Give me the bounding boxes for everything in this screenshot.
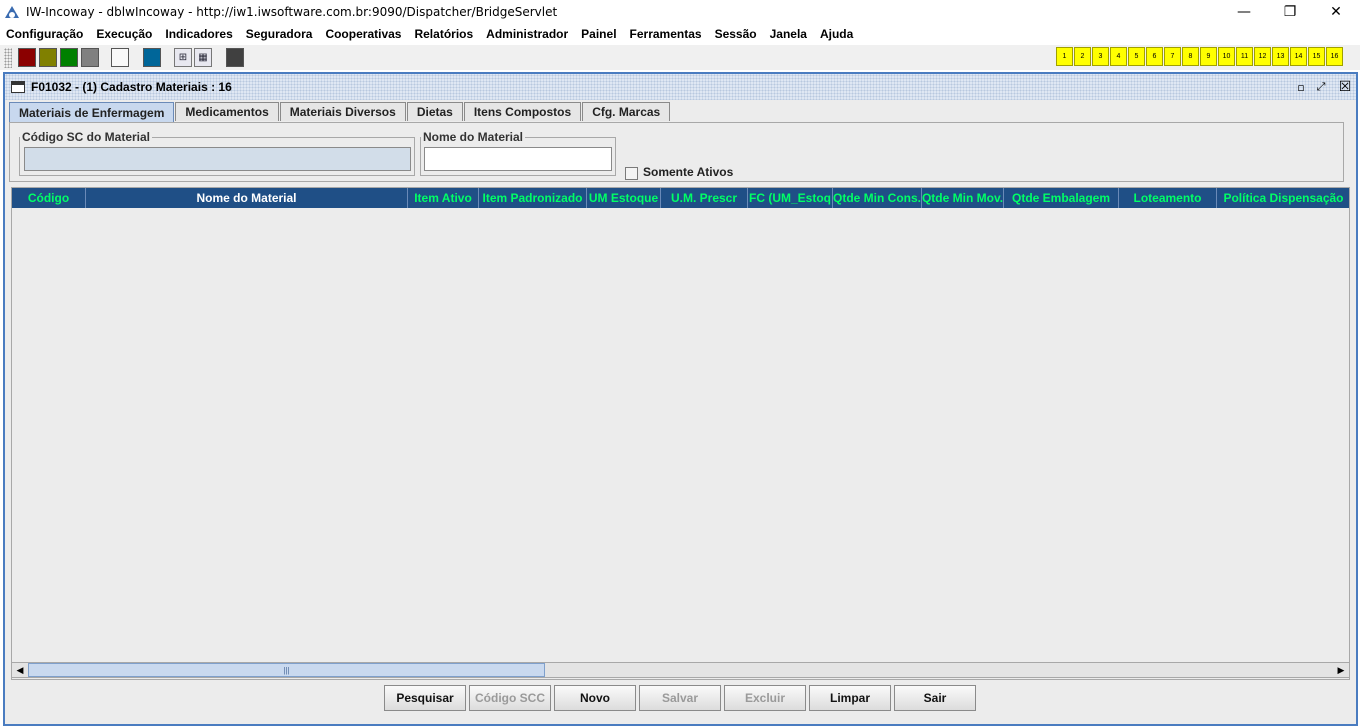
col-item-padronizado[interactable]: Item Padronizado [479, 188, 587, 208]
color-swatch-olive[interactable] [39, 48, 57, 67]
frame-title: F01032 - (1) Cadastro Materiais : 16 [31, 80, 232, 94]
excluir-button[interactable]: Excluir [724, 685, 806, 711]
nome-input[interactable] [424, 147, 612, 171]
window-slot-9[interactable]: 9 [1200, 47, 1217, 66]
tab-strip: Materiais de Enfermagem Medicamentos Mat… [9, 102, 671, 122]
tab-cfg-marcas[interactable]: Cfg. Marcas [582, 102, 671, 121]
col-loteamento[interactable]: Loteamento [1119, 188, 1217, 208]
color-swatch-darkgray[interactable] [226, 48, 244, 67]
window-slot-12[interactable]: 12 [1254, 47, 1271, 66]
window-slot-8[interactable]: 8 [1182, 47, 1199, 66]
menu-seguradora[interactable]: Seguradora [246, 27, 313, 41]
col-nome-material[interactable]: Nome do Material [86, 188, 408, 208]
col-um-estoque[interactable]: UM Estoque [587, 188, 661, 208]
window-slot-2[interactable]: 2 [1074, 47, 1091, 66]
window-slot-13[interactable]: 13 [1272, 47, 1289, 66]
frame-titlebar: F01032 - (1) Cadastro Materiais : 16 ▫ ⤢… [5, 74, 1356, 100]
window-slot-15[interactable]: 15 [1308, 47, 1325, 66]
scroll-thumb[interactable]: ||| [28, 663, 545, 677]
close-icon[interactable]: ✕ [1313, 0, 1359, 24]
window-titlebar: IW-Incoway - dblwIncoway - http://iw1.iw… [0, 0, 1360, 24]
tab-itens-compostos[interactable]: Itens Compostos [463, 102, 582, 121]
menu-janela[interactable]: Janela [770, 27, 807, 41]
novo-button[interactable]: Novo [554, 685, 636, 711]
tab-dietas[interactable]: Dietas [406, 102, 463, 121]
menu-cooperativas[interactable]: Cooperativas [325, 27, 401, 41]
frame-close-icon[interactable]: ☒ [1337, 79, 1353, 95]
col-codigo[interactable]: Código [12, 188, 86, 208]
window-slot-1[interactable]: 1 [1056, 47, 1073, 66]
limpar-button[interactable]: Limpar [809, 685, 891, 711]
window-title: IW-Incoway - dblwIncoway - http://iw1.iw… [26, 5, 558, 19]
menu-administrador[interactable]: Administrador [486, 27, 568, 41]
window-slot-14[interactable]: 14 [1290, 47, 1307, 66]
salvar-button[interactable]: Salvar [639, 685, 721, 711]
window-slot-10[interactable]: 10 [1218, 47, 1235, 66]
frame-maximize-icon[interactable]: ⤢ [1313, 80, 1329, 94]
col-politica-dispensacao[interactable]: Política Dispensação [1217, 188, 1349, 208]
color-swatch-darkred[interactable] [18, 48, 36, 67]
scroll-right-arrow-icon[interactable]: ▶ [1333, 663, 1349, 677]
color-swatch-white[interactable] [111, 48, 129, 67]
menu-painel[interactable]: Painel [581, 27, 616, 41]
toolbar: ⊞ ▦ 1 2 3 4 5 6 7 8 9 10 11 12 13 14 15 16 [0, 45, 1360, 70]
codigo-scc-button[interactable]: Código SCC [469, 685, 551, 711]
internal-frame: F01032 - (1) Cadastro Materiais : 16 ▫ ⤢… [3, 72, 1358, 726]
windows-icon[interactable]: ▦ [194, 48, 212, 67]
window-icon [11, 81, 25, 93]
menu-ajuda[interactable]: Ajuda [820, 27, 853, 41]
toolbar-grip[interactable] [4, 48, 12, 68]
menu-ferramentas[interactable]: Ferramentas [630, 27, 702, 41]
window-slot-7[interactable]: 7 [1164, 47, 1181, 66]
col-um-prescr[interactable]: U.M. Prescr [661, 188, 748, 208]
menu-bar: Configuração Execução Indicadores Segura… [0, 24, 1360, 44]
horizontal-scrollbar[interactable]: ◀ ||| ▶ [11, 662, 1350, 678]
window-slot-3[interactable]: 3 [1092, 47, 1109, 66]
tab-medicamentos[interactable]: Medicamentos [175, 102, 279, 121]
frame-minimize-icon[interactable]: ▫ [1293, 80, 1309, 94]
menu-sessao[interactable]: Sessão [715, 27, 757, 41]
col-qtde-min-cons[interactable]: Qtde Min Cons. [833, 188, 922, 208]
tree-icon[interactable]: ⊞ [174, 48, 192, 67]
menu-relatorios[interactable]: Relatórios [414, 27, 473, 41]
somente-ativos-checkbox[interactable] [625, 167, 638, 180]
app-logo-icon [4, 4, 20, 20]
tab-materiais-enfermagem[interactable]: Materiais de Enfermagem [9, 102, 175, 122]
menu-indicadores[interactable]: Indicadores [165, 27, 232, 41]
minimize-icon[interactable]: — [1221, 0, 1267, 24]
table-header: Código Nome do Material Item Ativo Item … [12, 188, 1349, 208]
codigo-label: Código SC do Material [22, 130, 151, 144]
scroll-left-arrow-icon[interactable]: ◀ [12, 663, 28, 677]
menu-configuracao[interactable]: Configuração [6, 27, 83, 41]
materials-table: Código Nome do Material Item Ativo Item … [11, 187, 1350, 680]
window-slot-16[interactable]: 16 [1326, 47, 1343, 66]
window-slot-6[interactable]: 6 [1146, 47, 1163, 66]
col-qtde-embalagem[interactable]: Qtde Embalagem [1004, 188, 1119, 208]
somente-ativos-label[interactable]: Somente Ativos [643, 165, 733, 179]
sair-button[interactable]: Sair [894, 685, 976, 711]
col-qtde-min-mov[interactable]: Qtde Min Mov. [922, 188, 1004, 208]
window-slot-5[interactable]: 5 [1128, 47, 1145, 66]
pesquisar-button[interactable]: Pesquisar [384, 685, 466, 711]
tab-materiais-diversos[interactable]: Materiais Diversos [279, 102, 406, 121]
restore-icon[interactable]: ❐ [1267, 0, 1313, 24]
nome-label: Nome do Material [423, 130, 524, 144]
color-swatch-green[interactable] [60, 48, 78, 67]
color-swatch-gray[interactable] [81, 48, 99, 67]
codigo-input[interactable] [24, 147, 411, 171]
color-swatch-blue[interactable] [143, 48, 161, 67]
window-slot-11[interactable]: 11 [1236, 47, 1253, 66]
col-fc-um-estoq[interactable]: FC (UM_Estoq [748, 188, 833, 208]
window-slot-4[interactable]: 4 [1110, 47, 1127, 66]
col-item-ativo[interactable]: Item Ativo [408, 188, 479, 208]
menu-execucao[interactable]: Execução [96, 27, 152, 41]
